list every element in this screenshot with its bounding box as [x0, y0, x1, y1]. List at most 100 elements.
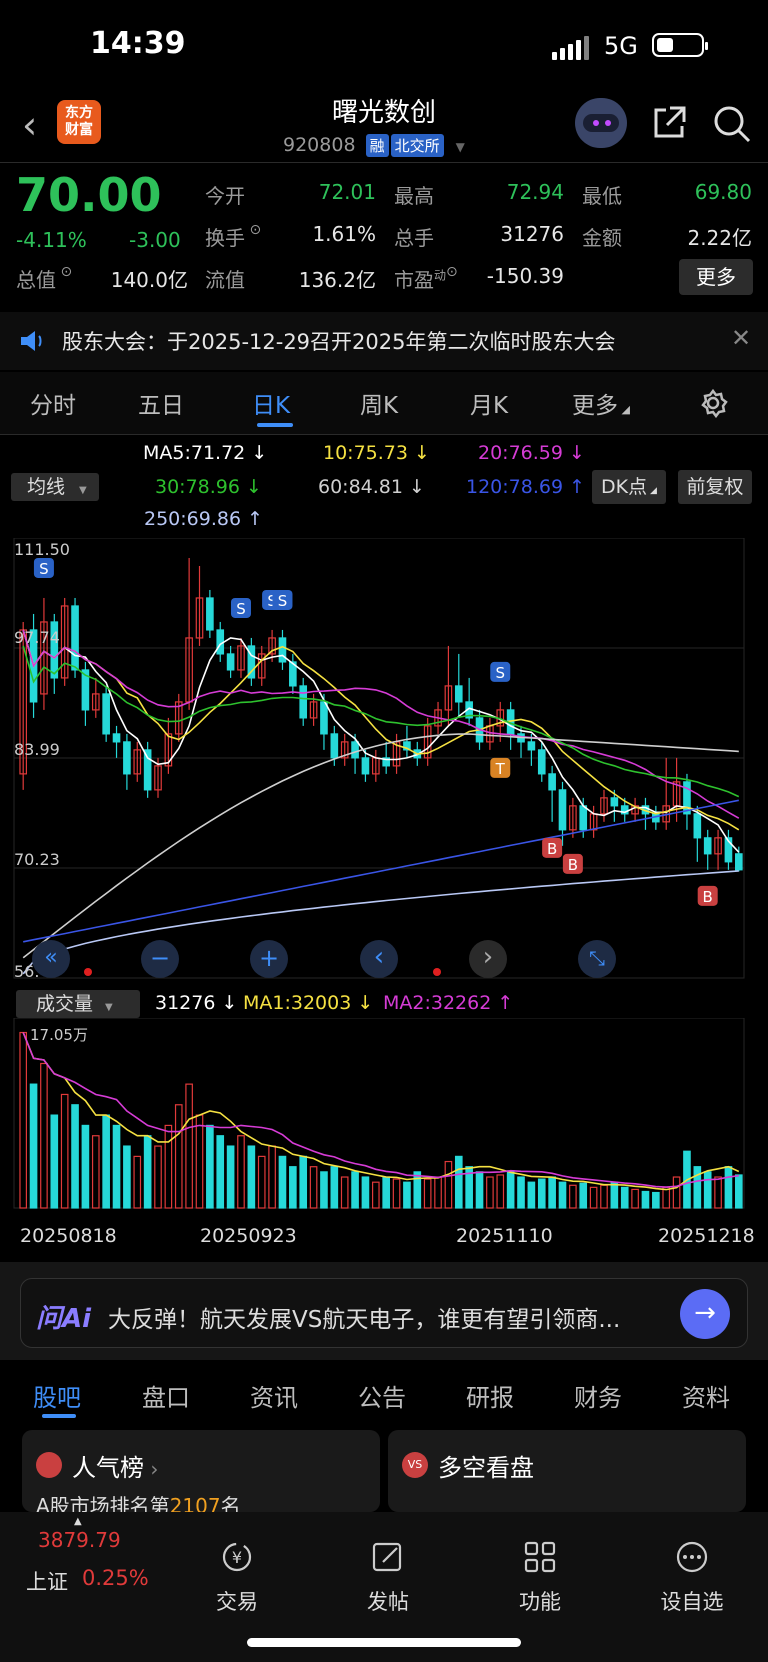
ma-selector[interactable]: 均线 ▼ — [11, 473, 99, 501]
info-icon: ⊙ — [446, 264, 458, 280]
arrow-right-icon[interactable]: → — [680, 1289, 730, 1339]
fullscreen-button[interactable]: ⤡ — [578, 940, 616, 978]
tab-profile[interactable]: 资料 — [682, 1378, 730, 1413]
volume-bar — [29, 1083, 38, 1209]
more-button[interactable]: 更多 — [679, 259, 753, 295]
divider — [0, 434, 768, 435]
index-change[interactable]: 0.25% — [82, 1566, 149, 1590]
close-icon[interactable]: ✕ — [731, 324, 751, 352]
signal-label: B — [547, 840, 557, 858]
tab-five-day[interactable]: 五日 — [138, 386, 184, 420]
assistant-robot-icon[interactable] — [575, 98, 627, 148]
signal-label: S — [39, 560, 49, 578]
volume-bar — [693, 1166, 702, 1209]
volume-bar — [413, 1171, 422, 1209]
ma20-value: 20:76.59 ↓ — [478, 442, 585, 464]
candle-body — [71, 605, 79, 671]
volume-bar — [133, 1155, 142, 1209]
ma250-value: 250:69.86 ↑ — [144, 508, 264, 530]
candle-body — [112, 733, 121, 743]
volume-chart[interactable] — [0, 1018, 768, 1218]
zoom-out-button[interactable]: − — [141, 940, 179, 978]
index-value[interactable]: 3879.79 — [38, 1528, 121, 1552]
edit-icon — [372, 1542, 402, 1572]
volume-bar — [537, 1178, 546, 1209]
candle-body — [361, 757, 370, 775]
tab-intraday[interactable]: 分时 — [30, 386, 76, 420]
tab-guba[interactable]: 股吧 — [33, 1378, 81, 1413]
nav-trade[interactable]: ¥ 交易 — [177, 1540, 297, 1616]
tab-financials[interactable]: 财务 — [574, 1378, 622, 1413]
volume-bar — [434, 1176, 442, 1209]
signal-label: S — [496, 664, 506, 682]
amount-label: 金额 — [582, 226, 622, 250]
x-tick-label: 20250923 — [200, 1225, 297, 1247]
zoom-in-button[interactable]: + — [250, 940, 288, 978]
scroll-right-button[interactable]: › — [469, 940, 507, 978]
share-icon[interactable] — [650, 104, 688, 142]
open-value: 72.01 — [318, 180, 376, 204]
volume-bar — [600, 1184, 608, 1209]
volume-indicator-selector[interactable]: 成交量 ▼ — [16, 990, 140, 1018]
candle-body — [123, 741, 131, 775]
candle-body — [143, 749, 152, 791]
volume-bar — [392, 1178, 401, 1209]
kline-chart[interactable]: SS S SSTBBB — [0, 538, 768, 988]
search-icon[interactable] — [712, 104, 752, 144]
grid-apps-icon — [524, 1541, 556, 1573]
turnover-value: 1.61% — [312, 222, 376, 246]
nav-watchlist[interactable]: 设自选 — [632, 1540, 752, 1616]
volume-label: 总手 — [394, 226, 434, 250]
volume-bar — [714, 1176, 722, 1209]
margin-tag: 融 — [365, 134, 389, 157]
tab-news[interactable]: 资讯 — [250, 1378, 298, 1413]
mcap-value: 140.0亿 — [110, 268, 188, 292]
volume-bar — [703, 1171, 712, 1209]
candle-body — [320, 701, 328, 735]
volume-bar — [216, 1135, 225, 1209]
volume-bar — [724, 1166, 733, 1209]
ma30-value: 30:78.96 ↓ — [155, 476, 262, 498]
tab-announcements[interactable]: 公告 — [358, 1378, 406, 1413]
volume-bar — [506, 1170, 515, 1209]
tab-pankou[interactable]: 盘口 — [142, 1378, 190, 1413]
network-label: 5G — [604, 32, 638, 60]
scroll-left-fast-button[interactable]: « — [32, 940, 70, 978]
volume-bar — [164, 1124, 173, 1209]
ma60-value: 60:84.81 ↓ — [318, 476, 425, 498]
change-pct: -4.11% — [16, 228, 87, 252]
candle-body — [610, 797, 619, 807]
volume-bar — [91, 1135, 100, 1209]
volume-bar — [641, 1190, 650, 1209]
volume-bar — [589, 1186, 598, 1209]
settings-gear-icon[interactable] — [698, 388, 728, 418]
tab-weekly-k[interactable]: 周K — [360, 386, 398, 420]
signal-label: B — [703, 888, 713, 906]
volume-max-label: 17.05万 — [30, 1026, 88, 1044]
scroll-left-button[interactable]: ‹ — [360, 940, 398, 978]
tab-research[interactable]: 研报 — [466, 1378, 514, 1413]
candle-body — [278, 637, 287, 663]
tab-more[interactable]: 更多 ◢ — [572, 386, 630, 420]
volume-bar — [486, 1176, 494, 1209]
tab-daily-k[interactable]: 日K — [252, 386, 290, 420]
volume-bar — [423, 1178, 432, 1209]
speaker-icon — [21, 331, 42, 351]
volume-bar — [123, 1145, 131, 1209]
candle-body — [703, 837, 712, 855]
nav-function[interactable]: 功能 — [480, 1540, 600, 1616]
volume-bar — [174, 1104, 183, 1209]
volume-bar — [631, 1188, 639, 1209]
notice-text[interactable]: 股东大会：于2025-12-29召开2025年第二次临时股东大会 — [62, 326, 615, 356]
adjust-button[interactable]: 前复权 — [678, 470, 752, 504]
dk-point-button[interactable]: DK点 ◢ — [592, 470, 666, 504]
mcap-label: 总值 ⊙ — [16, 264, 73, 292]
candle-body — [454, 685, 463, 703]
volume-bar — [475, 1171, 484, 1209]
index-name[interactable]: 上证 — [26, 1566, 68, 1596]
signal-icon — [552, 36, 592, 60]
ai-question-text[interactable]: 大反弹！航天发展VS航天电子，谁更有望引领商... — [108, 1300, 668, 1334]
nav-post[interactable]: 发帖 — [328, 1540, 448, 1616]
signal-label: T — [495, 760, 506, 778]
tab-monthly-k[interactable]: 月K — [470, 386, 508, 420]
